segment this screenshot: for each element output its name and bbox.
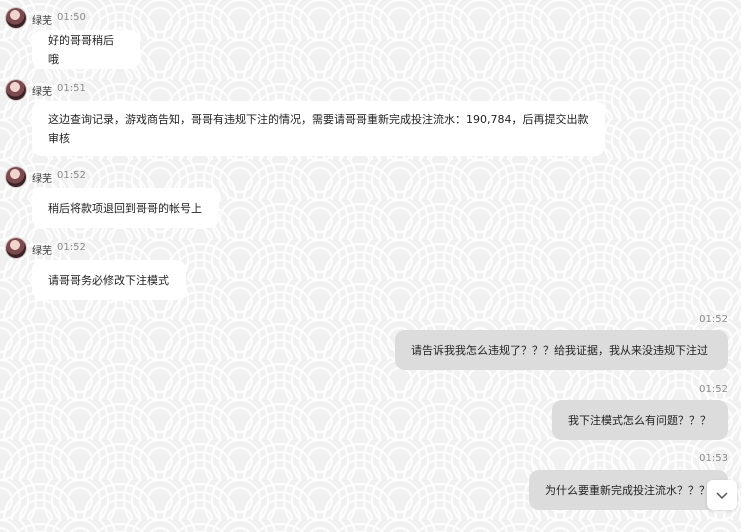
avatar[interactable]	[6, 167, 26, 187]
message-text: 请哥哥务必修改下注模式	[48, 273, 169, 287]
message-time: 01:52	[57, 242, 86, 253]
sender-name: 绿芜	[32, 16, 52, 27]
chevron-down-icon	[716, 492, 728, 500]
message-time: 01:52	[699, 384, 728, 395]
message-bubble[interactable]: 请告诉我我怎么违规了？？？给我证据，我从来没违规下注过	[395, 330, 728, 370]
message-text: 我下注模式怎么有问题？？？	[568, 414, 711, 427]
message-text: 这边查询记录，游戏商告知，哥哥有违规下注的情况，需要请哥哥重新完成投注流水：19…	[48, 112, 589, 145]
avatar[interactable]	[6, 80, 26, 100]
message-time: 01:52	[57, 170, 86, 181]
message-bubble[interactable]: 好的哥哥稍后哦	[32, 30, 140, 69]
scroll-to-bottom-button[interactable]	[707, 480, 737, 510]
sender-name: 绿芜	[32, 174, 52, 185]
message-bubble[interactable]: 为什么要重新完成投注流水？？？	[529, 470, 728, 510]
message-time: 01:50	[57, 12, 86, 23]
message-bubble[interactable]: 我下注模式怎么有问题？？？	[552, 400, 728, 440]
sender-name: 绿芜	[32, 87, 52, 98]
message-time: 01:51	[57, 83, 86, 94]
avatar[interactable]	[6, 238, 26, 258]
message-text: 请告诉我我怎么违规了？？？给我证据，我从来没违规下注过	[411, 344, 708, 357]
message-time: 01:52	[699, 314, 728, 325]
message-bubble[interactable]: 这边查询记录，游戏商告知，哥哥有违规下注的情况，需要请哥哥重新完成投注流水：19…	[32, 101, 605, 156]
sender-name: 绿芜	[32, 246, 52, 257]
avatar[interactable]	[6, 8, 26, 28]
message-text: 好的哥哥稍后哦	[48, 33, 114, 66]
message-text: 为什么要重新完成投注流水？？？	[545, 484, 710, 497]
message-text: 稍后将款项退回到哥哥的帐号上	[48, 201, 202, 215]
message-time: 01:53	[699, 453, 728, 464]
message-bubble[interactable]: 请哥哥务必修改下注模式	[32, 260, 186, 300]
message-bubble[interactable]: 稍后将款项退回到哥哥的帐号上	[32, 188, 219, 228]
